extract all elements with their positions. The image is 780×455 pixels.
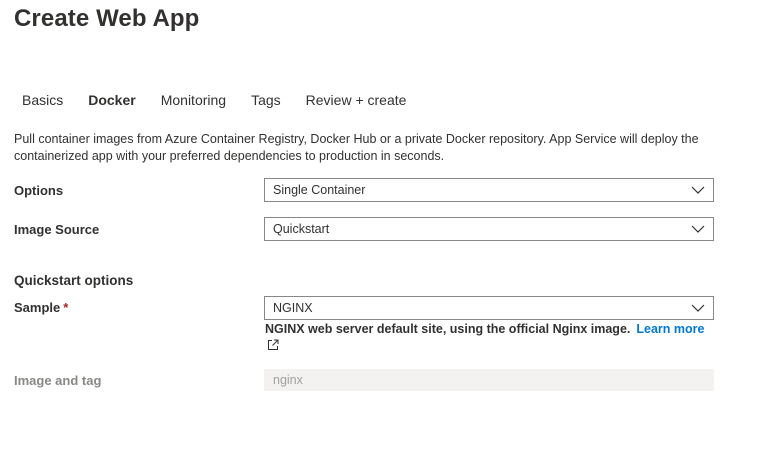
options-dropdown[interactable]: Single Container (264, 178, 714, 202)
options-value: Single Container (273, 183, 366, 197)
chevron-down-icon (691, 303, 705, 313)
sample-label: Sample * (14, 300, 68, 315)
sample-description: NGINX web server default site, using the… (265, 321, 715, 337)
sample-dropdown[interactable]: NGINX (264, 296, 714, 320)
external-link-icon[interactable] (267, 338, 279, 350)
sample-value: NGINX (273, 301, 313, 315)
tab-bar: Basics Docker Monitoring Tags Review + c… (22, 92, 431, 114)
tab-basics[interactable]: Basics (22, 92, 63, 114)
tab-docker[interactable]: Docker (88, 92, 135, 114)
image-source-value: Quickstart (273, 222, 330, 236)
tab-monitoring[interactable]: Monitoring (161, 92, 226, 114)
image-and-tag-label: Image and tag (14, 373, 102, 388)
page-title: Create Web App (14, 5, 200, 32)
image-source-label: Image Source (14, 222, 100, 237)
chevron-down-icon (691, 185, 705, 195)
required-star: * (63, 300, 69, 315)
options-label: Options (14, 183, 64, 198)
tab-review-create[interactable]: Review + create (306, 92, 407, 114)
image-and-tag-field: nginx (264, 369, 714, 391)
sample-label-text: Sample (14, 300, 61, 315)
chevron-down-icon (691, 224, 705, 234)
docker-description: Pull container images from Azure Contain… (14, 132, 699, 163)
tab-tags[interactable]: Tags (251, 92, 281, 114)
quickstart-options-heading: Quickstart options (14, 273, 134, 288)
image-and-tag-placeholder: nginx (273, 373, 303, 387)
image-source-dropdown[interactable]: Quickstart (264, 217, 714, 241)
sample-description-text: NGINX web server default site, using the… (265, 322, 631, 336)
learn-more-link[interactable]: Learn more (636, 322, 704, 336)
